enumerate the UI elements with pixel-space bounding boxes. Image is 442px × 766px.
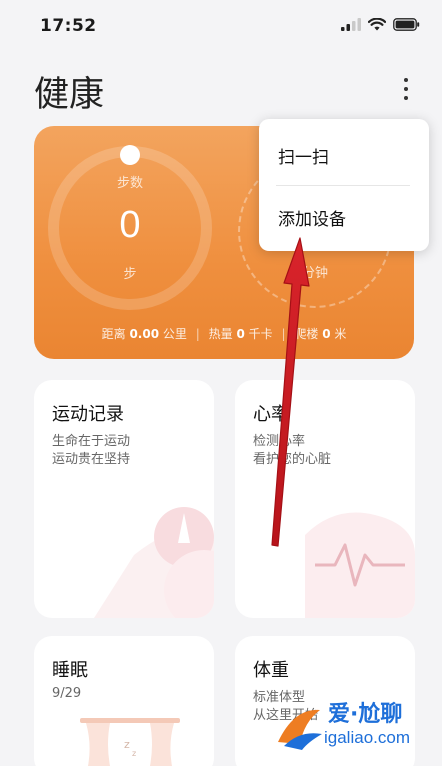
- steps-unit: 步: [123, 267, 137, 282]
- steps-label: 步数: [116, 176, 143, 191]
- tile-subtitle: 检测心率: [253, 434, 306, 449]
- more-dot-icon: [404, 96, 408, 100]
- sleep-illustration-icon: z z: [80, 718, 180, 766]
- watermark-logo-icon: [278, 709, 322, 750]
- distance-label: 距离: [101, 327, 126, 341]
- watermark-url: igaliao.com: [324, 728, 410, 747]
- status-icons: [341, 18, 420, 31]
- calories-unit: 千卡: [248, 327, 273, 341]
- exercise-illustration-icon: [94, 507, 214, 618]
- tile-subtitle: 看护您的心脏: [253, 452, 332, 467]
- menu-item-add-device[interactable]: 添加设备: [259, 189, 429, 245]
- more-dot-icon: [404, 87, 408, 91]
- minutes-unit: 分钟: [302, 266, 329, 281]
- options-menu: 扫一扫 添加设备: [259, 119, 429, 251]
- tile-subtitle: 9/29: [52, 686, 82, 701]
- steps-ring-progress-dot: [120, 145, 140, 165]
- page-title: 健康: [34, 75, 105, 115]
- site-watermark: 爱·尬聊 igaliao.com: [274, 692, 442, 762]
- tile-title: 心率: [253, 404, 289, 425]
- floors-value: 0: [322, 327, 331, 341]
- heart-rate-tile[interactable]: 心率 检测心率 看护您的心脏: [235, 380, 415, 618]
- more-dot-icon: [404, 78, 408, 82]
- signal-icon: [341, 18, 361, 31]
- calories-value: 0: [236, 327, 245, 341]
- tile-title: 运动记录: [52, 404, 124, 425]
- stats-divider: |: [195, 327, 200, 341]
- distance-value: 0.00: [129, 327, 160, 341]
- steps-value: 0: [119, 204, 141, 246]
- wifi-icon: [368, 18, 386, 31]
- status-bar: 17:52: [0, 0, 442, 52]
- battery-icon: [393, 18, 420, 31]
- tile-subtitle: 生命在于运动: [52, 434, 131, 449]
- sleep-tile[interactable]: 睡眠 9/29 z z: [34, 636, 214, 766]
- more-options-button[interactable]: [395, 72, 417, 106]
- svg-text:z: z: [132, 749, 136, 758]
- heart-illustration-icon: [305, 512, 415, 618]
- summary-stats: 距离 0.00 公里 | 热量 0 千卡 | 爬楼 0 米: [34, 325, 414, 342]
- tile-title: 体重: [253, 660, 289, 681]
- svg-text:z: z: [124, 738, 130, 751]
- distance-unit: 公里: [162, 327, 187, 341]
- status-time: 17:52: [40, 16, 97, 36]
- tile-subtitle: 运动贵在坚持: [52, 452, 131, 467]
- exercise-record-tile[interactable]: 运动记录 生命在于运动 运动贵在坚持: [34, 380, 214, 618]
- menu-divider: [276, 185, 410, 186]
- floors-label: 爬楼: [294, 327, 319, 341]
- floors-unit: 米: [334, 327, 347, 341]
- stats-divider: |: [281, 327, 286, 341]
- tile-title: 睡眠: [52, 660, 88, 681]
- menu-item-scan[interactable]: 扫一扫: [259, 127, 429, 183]
- watermark-name: 爱·尬聊: [328, 702, 403, 727]
- calories-label: 热量: [208, 327, 233, 341]
